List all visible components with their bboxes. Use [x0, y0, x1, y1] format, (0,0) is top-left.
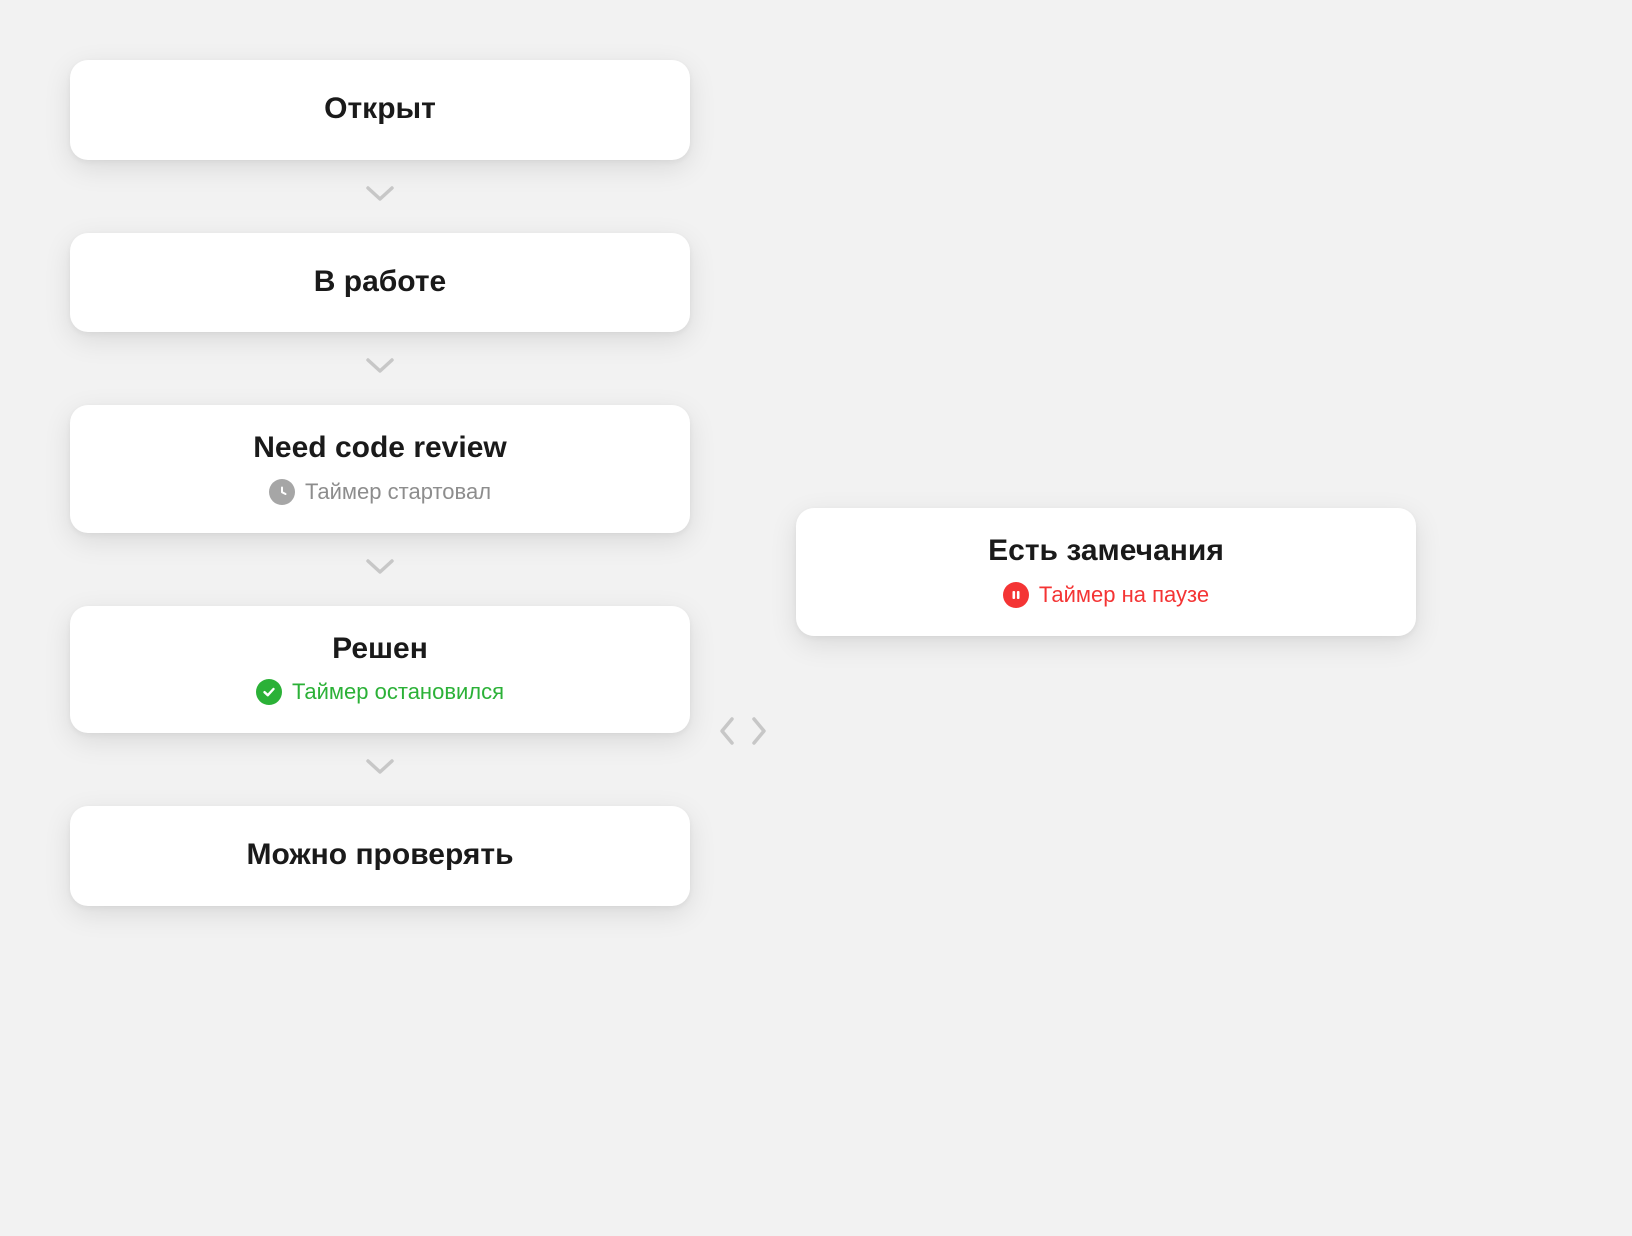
status-card-need-review: Need code review Таймер стартовал [70, 405, 690, 533]
chevron-down-icon [365, 184, 395, 209]
card-title: Need code review [253, 429, 506, 467]
status-card-can-verify: Можно проверять [70, 806, 690, 906]
main-flow-column: Открыт В работе Need code review Таймер … [70, 60, 690, 906]
card-title: Можно проверять [246, 836, 513, 874]
card-title: Решен [332, 630, 428, 668]
side-flow-column: Есть замечания Таймер на паузе [796, 60, 1416, 906]
card-title: Есть замечания [988, 532, 1224, 570]
timer-status-text: Таймер на паузе [1039, 582, 1209, 608]
chevron-down-icon [365, 356, 395, 381]
workflow-diagram: Открыт В работе Need code review Таймер … [70, 60, 1562, 906]
card-title: В работе [314, 263, 447, 301]
timer-status-row: Таймер на паузе [1003, 582, 1209, 608]
checkmark-icon [256, 679, 282, 705]
card-title: Открыт [324, 90, 436, 128]
clock-icon [269, 479, 295, 505]
pause-icon [1003, 582, 1029, 608]
timer-status-text: Таймер стартовал [305, 479, 491, 505]
chevron-down-icon [365, 557, 395, 582]
chevron-down-icon [365, 757, 395, 782]
side-connector [718, 60, 768, 906]
chevron-right-icon [750, 716, 768, 751]
timer-status-text: Таймер остановился [292, 679, 504, 705]
status-card-resolved: Решен Таймер остановился [70, 606, 690, 734]
timer-status-row: Таймер остановился [256, 679, 504, 705]
timer-status-row: Таймер стартовал [269, 479, 491, 505]
status-card-has-comments: Есть замечания Таймер на паузе [796, 508, 1416, 636]
chevron-left-icon [718, 716, 736, 751]
status-card-open: Открыт [70, 60, 690, 160]
status-card-in-progress: В работе [70, 233, 690, 333]
